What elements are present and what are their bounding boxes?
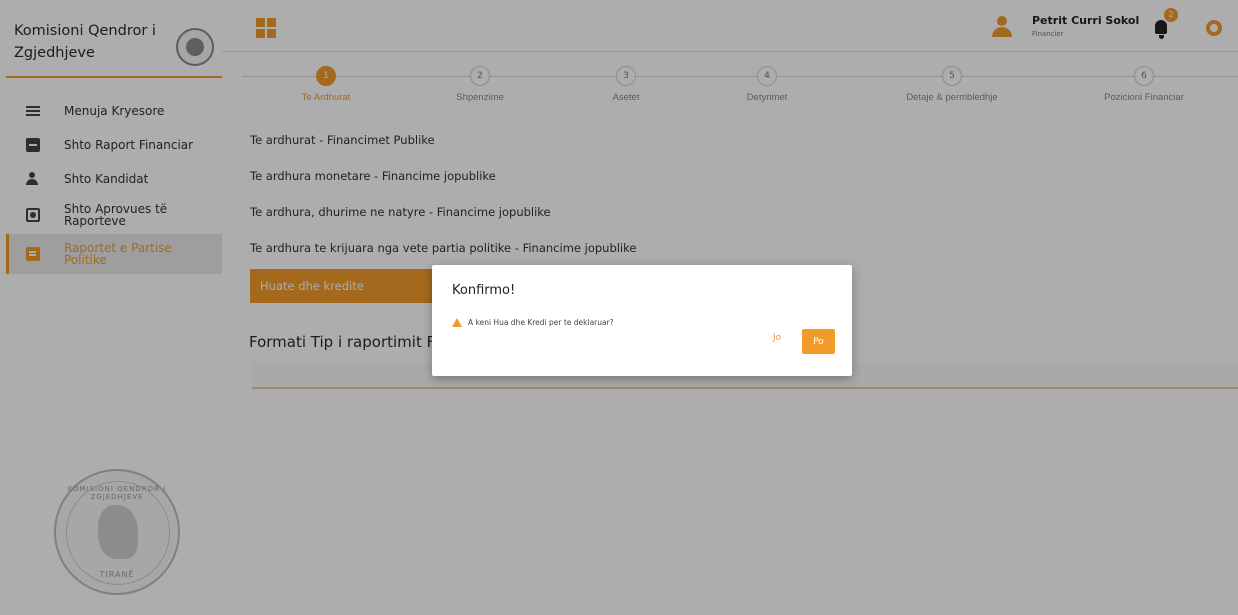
no-button[interactable]: Jo (773, 333, 781, 343)
warning-icon (452, 318, 462, 327)
dialog-message-text: A keni Hua dhe Kredi per te deklaruar? (468, 318, 614, 327)
confirm-dialog: Konfirmo! A keni Hua dhe Kredi per te de… (432, 265, 852, 376)
dialog-message: A keni Hua dhe Kredi per te deklaruar? (452, 318, 614, 327)
dialog-title: Konfirmo! (452, 283, 516, 298)
yes-button[interactable]: Po (802, 329, 835, 354)
